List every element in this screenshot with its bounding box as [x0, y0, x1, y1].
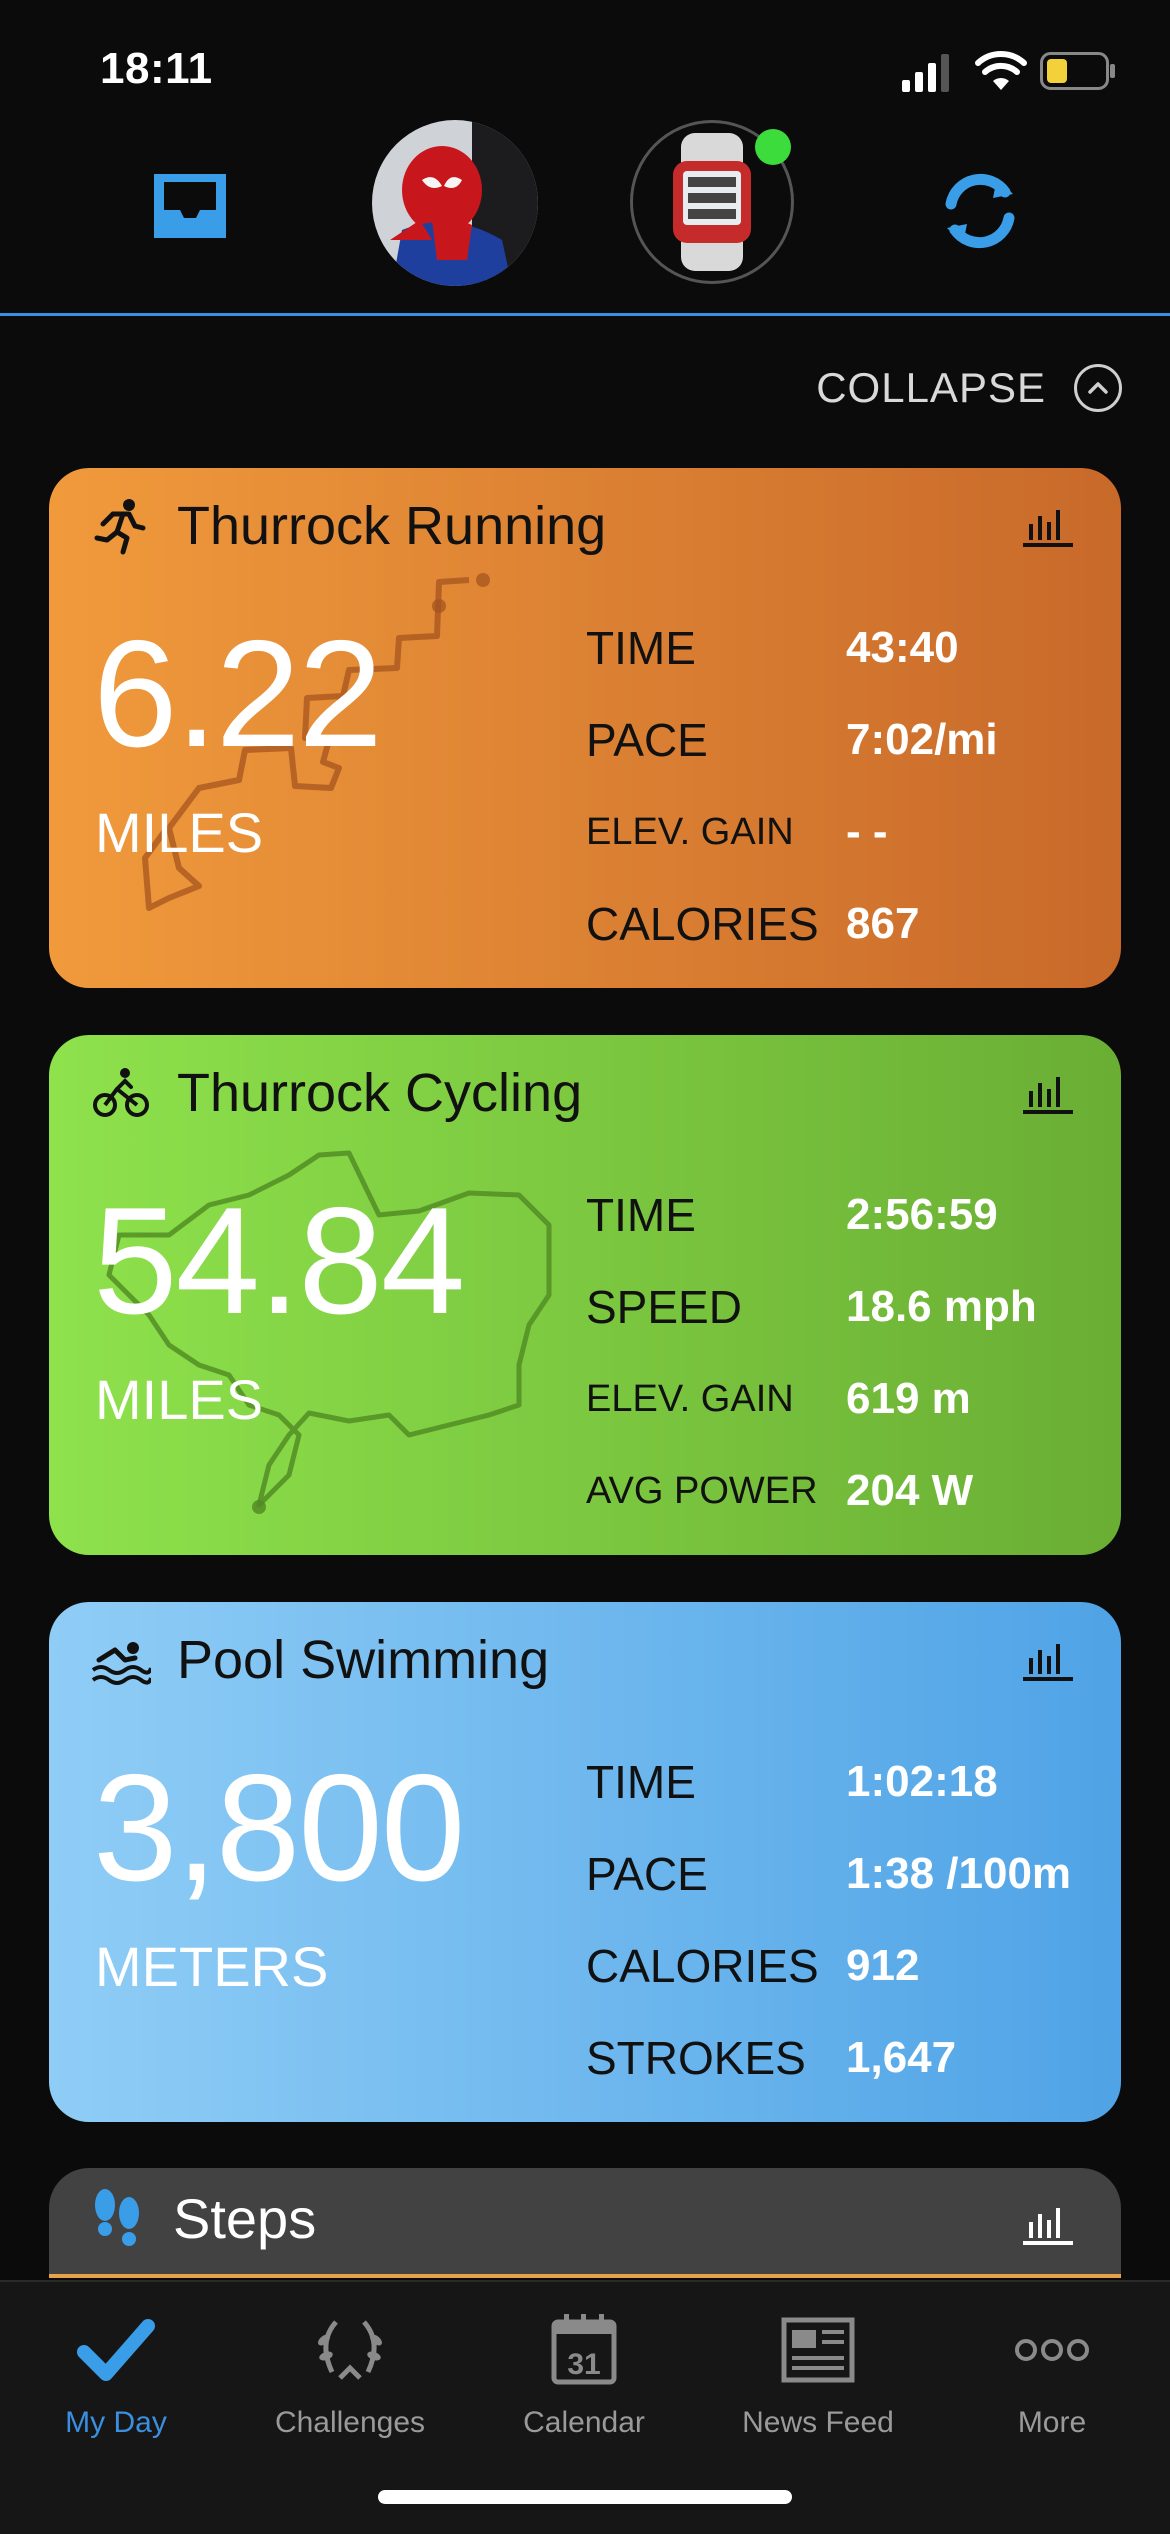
- primary-metric-unit: MILES: [95, 1368, 264, 1431]
- stat-row: PACE 1:38 /100m: [586, 1844, 1071, 1904]
- card-title: Thurrock Cycling: [177, 1063, 583, 1123]
- stat-label: ELEV. GAIN: [586, 1377, 794, 1420]
- stat-value: 619 m: [846, 1374, 971, 1423]
- tab-calendar[interactable]: 31 Calendar: [484, 2312, 684, 2440]
- stat-label: STROKES: [586, 2032, 806, 2084]
- tab-challenges[interactable]: Challenges: [250, 2312, 450, 2440]
- stats-chart-icon[interactable]: [1023, 1638, 1073, 1682]
- stats-chart-icon[interactable]: [1023, 2202, 1073, 2246]
- spiderman-avatar-icon: [372, 120, 538, 286]
- stat-label: PACE: [586, 1848, 708, 1900]
- footprints-icon: [95, 2188, 139, 2246]
- stat-value: 912: [846, 1941, 920, 1990]
- stat-value: 1:38 /100m: [846, 1849, 1072, 1898]
- chevron-up-icon: [1074, 364, 1122, 412]
- cellular-signal-icon: [902, 54, 949, 92]
- cycling-icon: [93, 1068, 149, 1117]
- primary-metric-unit: MILES: [95, 801, 264, 864]
- card-title: Thurrock Running: [177, 496, 607, 556]
- user-avatar[interactable]: [372, 120, 538, 286]
- calendar-icon: 31: [551, 2314, 617, 2385]
- calendar-day: 31: [567, 2348, 600, 2381]
- card-title: Pool Swimming: [177, 1630, 550, 1690]
- connected-device-button[interactable]: [630, 120, 794, 284]
- newspaper-icon: [781, 2317, 855, 2383]
- stat-row: STROKES 1,647: [586, 2028, 956, 2088]
- stat-row: TIME 43:40: [586, 618, 959, 678]
- stats-chart-icon[interactable]: [1023, 1071, 1073, 1115]
- stat-value: 7:02/mi: [846, 715, 998, 764]
- stat-value: 204 W: [846, 1466, 974, 1515]
- stat-value: 43:40: [846, 623, 959, 672]
- top-bar-divider: [0, 313, 1170, 316]
- inbox-icon[interactable]: [148, 168, 232, 244]
- home-indicator[interactable]: [378, 2490, 792, 2504]
- stat-value: - -: [846, 807, 888, 856]
- activity-card-steps[interactable]: Steps: [49, 2168, 1121, 2278]
- stat-label: CALORIES: [586, 898, 819, 950]
- sync-icon[interactable]: [935, 166, 1025, 256]
- more-icon: [1015, 2339, 1089, 2361]
- tab-my-day[interactable]: My Day: [16, 2312, 216, 2440]
- activity-card-swimming[interactable]: Pool Swimming 3,800 METERS TIME 1:02:18 P…: [49, 1602, 1121, 2122]
- stats-chart-icon[interactable]: [1023, 504, 1073, 548]
- stat-row: SPEED 18.6 mph: [586, 1277, 1037, 1337]
- stat-value: 18.6 mph: [846, 1282, 1037, 1331]
- primary-metric-unit: METERS: [95, 1935, 329, 1998]
- wifi-icon: [975, 51, 1027, 90]
- stat-label: CALORIES: [586, 1940, 819, 1992]
- stat-value: 1:02:18: [846, 1757, 998, 1806]
- status-time: 18:11: [100, 44, 213, 93]
- stat-label: TIME: [586, 1756, 696, 1808]
- status-bar: 18:11: [0, 0, 1170, 110]
- stat-value: 1,647: [846, 2033, 957, 2082]
- swimming-icon: [91, 1642, 151, 1685]
- card-title: Steps: [173, 2187, 317, 2250]
- collapse-label: COLLAPSE: [816, 364, 1046, 411]
- stat-label: ELEV. GAIN: [586, 810, 794, 853]
- stat-row: AVG POWER 204 W: [586, 1461, 973, 1521]
- activity-card-cycling[interactable]: Thurrock Cycling 54.84 MILES TIME 2:56:59…: [49, 1035, 1121, 1555]
- tab-label: News Feed: [742, 2406, 894, 2439]
- stat-label: AVG POWER: [586, 1469, 818, 1512]
- tab-more[interactable]: More: [952, 2312, 1152, 2440]
- activity-card-running[interactable]: Thurrock Running 6.22 MILES TIME 43:40 PA…: [49, 468, 1121, 988]
- running-icon: [94, 499, 146, 555]
- stat-label: SPEED: [586, 1281, 742, 1333]
- top-bar: [0, 110, 1170, 316]
- stat-row: CALORIES 867: [586, 894, 919, 954]
- primary-metric-value: 3,800: [93, 1743, 465, 1913]
- stat-row: CALORIES 912: [586, 1936, 919, 1996]
- stat-row: TIME 1:02:18: [586, 1752, 998, 1812]
- tab-label: More: [1017, 2406, 1087, 2439]
- stat-label: TIME: [586, 1189, 696, 1241]
- collapse-button[interactable]: COLLAPSE: [816, 364, 1122, 412]
- tab-label: Calendar: [523, 2406, 645, 2439]
- primary-metric-value: 6.22: [93, 609, 383, 779]
- stat-label: TIME: [586, 622, 696, 674]
- stat-value: 2:56:59: [846, 1190, 998, 1239]
- device-status-dot: [755, 129, 791, 165]
- tab-news-feed[interactable]: News Feed: [718, 2312, 918, 2440]
- battery-icon: [1040, 52, 1115, 90]
- stat-row: PACE 7:02/mi: [586, 710, 998, 770]
- tab-label: Challenges: [274, 2406, 426, 2439]
- checkmark-icon: [77, 2319, 155, 2381]
- laurel-icon: [318, 2320, 382, 2380]
- tab-label: My Day: [65, 2406, 167, 2439]
- stat-row: TIME 2:56:59: [586, 1185, 998, 1245]
- steps-progress-line: [49, 2274, 1121, 2278]
- stat-row: ELEV. GAIN 619 m: [586, 1369, 971, 1429]
- stat-value: 867: [846, 899, 920, 948]
- stat-label: PACE: [586, 714, 708, 766]
- primary-metric-value: 54.84: [93, 1176, 465, 1346]
- stat-row: ELEV. GAIN - -: [586, 802, 888, 862]
